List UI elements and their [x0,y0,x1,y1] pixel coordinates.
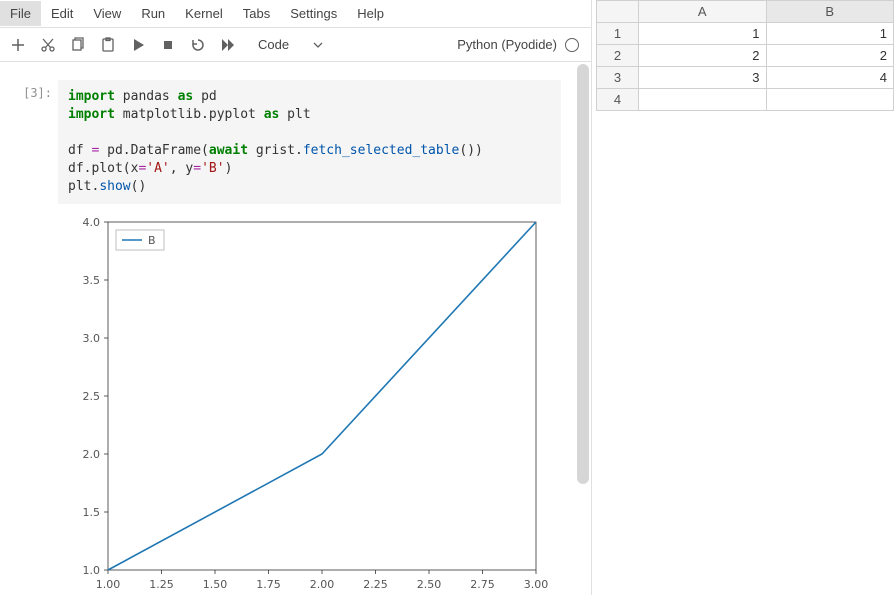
table-row[interactable]: 4 [597,89,894,111]
svg-text:2.5: 2.5 [83,390,101,403]
cell-output: 1.0 1.5 2.0 2.5 3.0 3.5 4.0 1.00 1.25 1.50 1.75 2.0… [0,204,591,595]
chevron-down-icon [313,40,323,50]
table-row[interactable]: 111 [597,23,894,45]
cell-type-label: Code [258,37,289,52]
svg-text:3.0: 3.0 [83,332,101,345]
matplotlib-plot: 1.0 1.5 2.0 2.5 3.0 3.5 4.0 1.00 1.25 1.50 1.75 2.0… [58,210,548,595]
row-header[interactable]: 2 [597,45,639,67]
table-row[interactable]: 222 [597,45,894,67]
table-row[interactable]: 334 [597,67,894,89]
svg-text:1.25: 1.25 [149,578,174,591]
svg-text:1.00: 1.00 [96,578,121,591]
cell[interactable]: 3 [639,67,767,89]
kernel-name[interactable]: Python (Pyodide) [457,37,557,52]
cell-type-select[interactable]: Code [250,34,327,56]
menu-help[interactable]: Help [347,1,394,26]
svg-text:2.25: 2.25 [363,578,388,591]
svg-text:1.5: 1.5 [83,506,101,519]
cell[interactable] [639,89,767,111]
corner-cell[interactable] [597,1,639,23]
svg-text:3.5: 3.5 [83,274,101,287]
menu-settings[interactable]: Settings [280,1,347,26]
menu-view[interactable]: View [83,1,131,26]
svg-text:3.00: 3.00 [524,578,548,591]
svg-text:1.0: 1.0 [83,564,101,577]
col-header-A[interactable]: A [639,1,767,23]
add-cell-button[interactable] [4,32,32,58]
jupyter-pane: FileEditViewRunKernelTabsSettingsHelp Co… [0,0,592,595]
row-header[interactable]: 4 [597,89,639,111]
svg-text:1.75: 1.75 [256,578,281,591]
svg-text:2.50: 2.50 [417,578,442,591]
col-header-B[interactable]: B [766,1,894,23]
row-header[interactable]: 3 [597,67,639,89]
toolbar: Code Python (Pyodide) [0,28,591,62]
cell[interactable]: 4 [766,67,894,89]
cell[interactable]: 1 [639,23,767,45]
cell[interactable] [766,89,894,111]
svg-text:2.00: 2.00 [310,578,335,591]
menu-tabs[interactable]: Tabs [233,1,280,26]
copy-button[interactable] [64,32,92,58]
cell-prompt: [3]: [0,80,58,204]
stop-button[interactable] [154,32,182,58]
run-all-button[interactable] [214,32,242,58]
menubar: FileEditViewRunKernelTabsSettingsHelp [0,0,591,28]
menu-file[interactable]: File [0,1,41,26]
svg-text:B: B [148,234,156,247]
menu-run[interactable]: Run [131,1,175,26]
paste-button[interactable] [94,32,122,58]
code-cell[interactable]: [3]: import pandas as pd import matplotl… [0,80,591,204]
cut-button[interactable] [34,32,62,58]
restart-button[interactable] [184,32,212,58]
notebook-body: [3]: import pandas as pd import matplotl… [0,62,591,595]
spreadsheet-pane: AB1112223344 [592,0,894,595]
svg-text:4.0: 4.0 [83,216,101,229]
kernel-status-icon[interactable] [565,38,579,52]
cell[interactable]: 1 [766,23,894,45]
svg-text:2.0: 2.0 [83,448,101,461]
cell[interactable]: 2 [766,45,894,67]
svg-text:2.75: 2.75 [470,578,495,591]
run-button[interactable] [124,32,152,58]
code-editor[interactable]: import pandas as pd import matplotlib.py… [58,80,561,204]
cell[interactable]: 2 [639,45,767,67]
menu-edit[interactable]: Edit [41,1,83,26]
spreadsheet[interactable]: AB1112223344 [596,0,894,111]
menu-kernel[interactable]: Kernel [175,1,233,26]
scrollbar[interactable] [577,64,589,484]
row-header[interactable]: 1 [597,23,639,45]
svg-text:1.50: 1.50 [203,578,228,591]
